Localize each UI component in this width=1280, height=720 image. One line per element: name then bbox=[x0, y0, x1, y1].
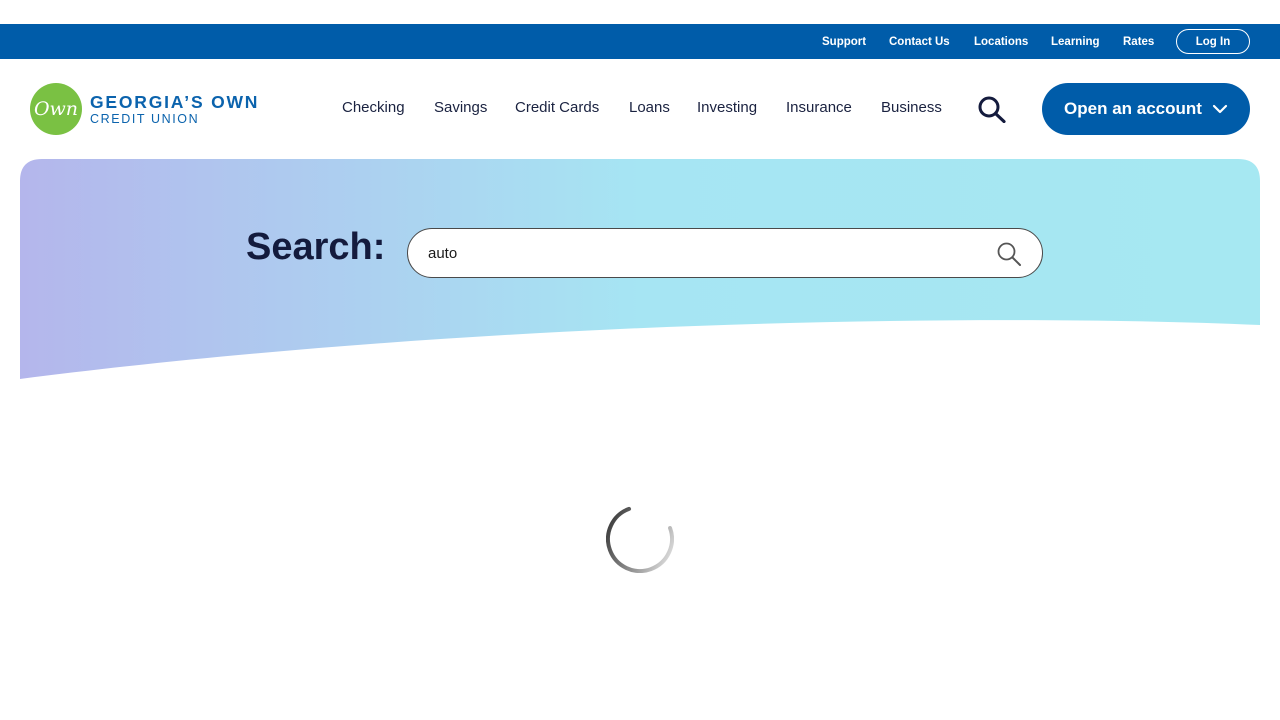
nav-item-credit-cards[interactable]: Credit Cards bbox=[515, 99, 599, 116]
logo-name-line1: GEORGIA’S OWN bbox=[90, 92, 260, 112]
search-submit-icon[interactable] bbox=[996, 241, 1022, 267]
loading-spinner-icon bbox=[606, 505, 674, 573]
logo-name-line2: CREDIT UNION bbox=[90, 112, 200, 126]
nav-item-savings[interactable]: Savings bbox=[434, 99, 487, 116]
utility-bar: Support Contact Us Locations Learning Ra… bbox=[0, 24, 1280, 59]
search-heading: Search: bbox=[246, 226, 386, 268]
utility-link-contact-us[interactable]: Contact Us bbox=[889, 36, 950, 48]
search-box bbox=[407, 228, 1043, 278]
utility-link-rates[interactable]: Rates bbox=[1123, 36, 1154, 48]
utility-link-learning[interactable]: Learning bbox=[1051, 36, 1100, 48]
open-account-button[interactable]: Open an account bbox=[1042, 83, 1250, 135]
utility-link-support[interactable]: Support bbox=[822, 36, 866, 48]
open-account-label: Open an account bbox=[1064, 99, 1202, 118]
site-logo[interactable]: Own GEORGIA’S OWN CREDIT UNION bbox=[30, 83, 259, 135]
logo-mark: Own bbox=[30, 83, 82, 135]
nav-item-insurance[interactable]: Insurance bbox=[786, 99, 852, 116]
login-button[interactable]: Log In bbox=[1176, 29, 1250, 54]
nav-item-checking[interactable]: Checking bbox=[342, 99, 405, 116]
nav-item-investing[interactable]: Investing bbox=[697, 99, 757, 116]
nav-item-business[interactable]: Business bbox=[881, 99, 942, 116]
header-search-icon[interactable] bbox=[976, 95, 1008, 124]
nav-item-loans[interactable]: Loans bbox=[629, 99, 670, 116]
logo-wordmark: GEORGIA’S OWN CREDIT UNION bbox=[90, 92, 259, 126]
utility-link-locations[interactable]: Locations bbox=[974, 36, 1028, 48]
chevron-down-icon bbox=[1212, 99, 1228, 119]
search-input[interactable] bbox=[428, 229, 988, 277]
